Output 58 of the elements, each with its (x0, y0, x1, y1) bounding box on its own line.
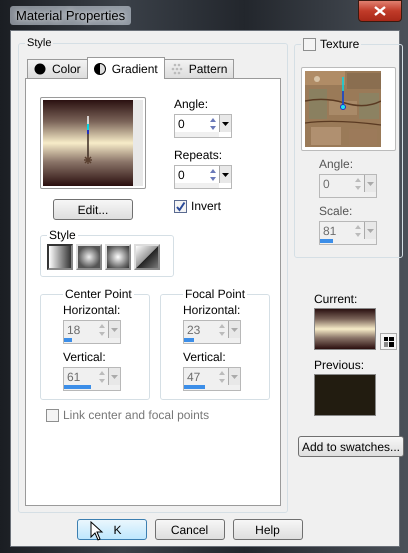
preview-scrollbar[interactable] (133, 100, 143, 186)
radial-gradient-button[interactable] (105, 244, 131, 270)
help-button[interactable]: Help (232, 519, 302, 540)
field-label: Vertical: (63, 350, 107, 364)
group-label: Focal Point (184, 287, 246, 301)
texture-checkbox[interactable]: Texture (303, 37, 360, 51)
cursor-icon (90, 521, 104, 541)
tab[interactable]: Pattern (164, 59, 234, 78)
group-label: Style (48, 228, 77, 242)
previous-label: Previous: (314, 358, 364, 372)
caret-icon (111, 374, 118, 378)
dropdown-button[interactable] (219, 166, 231, 183)
tab[interactable]: Color (27, 59, 88, 78)
current-label: Current: (314, 292, 358, 306)
pattern-icon (170, 63, 183, 75)
spin-field[interactable]: 0 (174, 165, 232, 189)
rectangular-gradient-button[interactable] (76, 244, 102, 270)
gradient-preview[interactable] (43, 100, 133, 186)
circle-icon (34, 63, 46, 75)
dropdown-button[interactable] (219, 115, 231, 132)
previous-swatch[interactable] (314, 374, 376, 416)
checkbox[interactable] (174, 200, 187, 212)
stepper-icon[interactable] (208, 166, 218, 182)
close-icon (374, 6, 386, 16)
add-to-swatches-button[interactable]: Add to swatches... (298, 436, 404, 457)
grid-icon (384, 336, 394, 346)
caret-icon (367, 182, 374, 186)
window-title: Material Properties (10, 6, 132, 24)
field-label: Scale: (319, 204, 354, 218)
field-label: Repeats: (174, 148, 224, 162)
caret-icon (222, 172, 229, 176)
caret-icon (367, 228, 374, 232)
field-label: Angle: (174, 97, 210, 111)
close-button[interactable] (358, 0, 402, 22)
checkbox[interactable] (303, 38, 316, 50)
group-label: Center Point (64, 287, 133, 301)
field-label: Vertical: (183, 350, 227, 364)
caret-icon (231, 328, 238, 332)
caret-icon (231, 374, 238, 378)
swap-button[interactable] (380, 333, 397, 350)
group-label: Style (26, 37, 52, 49)
check-icon (175, 200, 186, 212)
caret-icon (111, 328, 118, 332)
edit-button[interactable]: Edit... (53, 199, 133, 220)
tab[interactable]: Gradient (86, 57, 165, 79)
stepper-icon[interactable] (208, 116, 218, 132)
ok-button[interactable]: K (76, 519, 146, 540)
cancel-button[interactable]: Cancel (154, 519, 224, 540)
field-label: Angle: (319, 157, 354, 171)
invert-checkbox[interactable]: Invert (174, 199, 232, 213)
field-label: Horizontal: (63, 303, 122, 317)
caret-icon (222, 122, 229, 126)
spin-field[interactable]: 0 (174, 114, 232, 138)
half-circle-icon (94, 62, 106, 74)
field-label: Horizontal: (183, 303, 242, 317)
current-swatch[interactable] (314, 308, 376, 350)
linear-gradient-button[interactable] (47, 244, 73, 270)
sunburst-gradient-button[interactable] (134, 244, 160, 270)
